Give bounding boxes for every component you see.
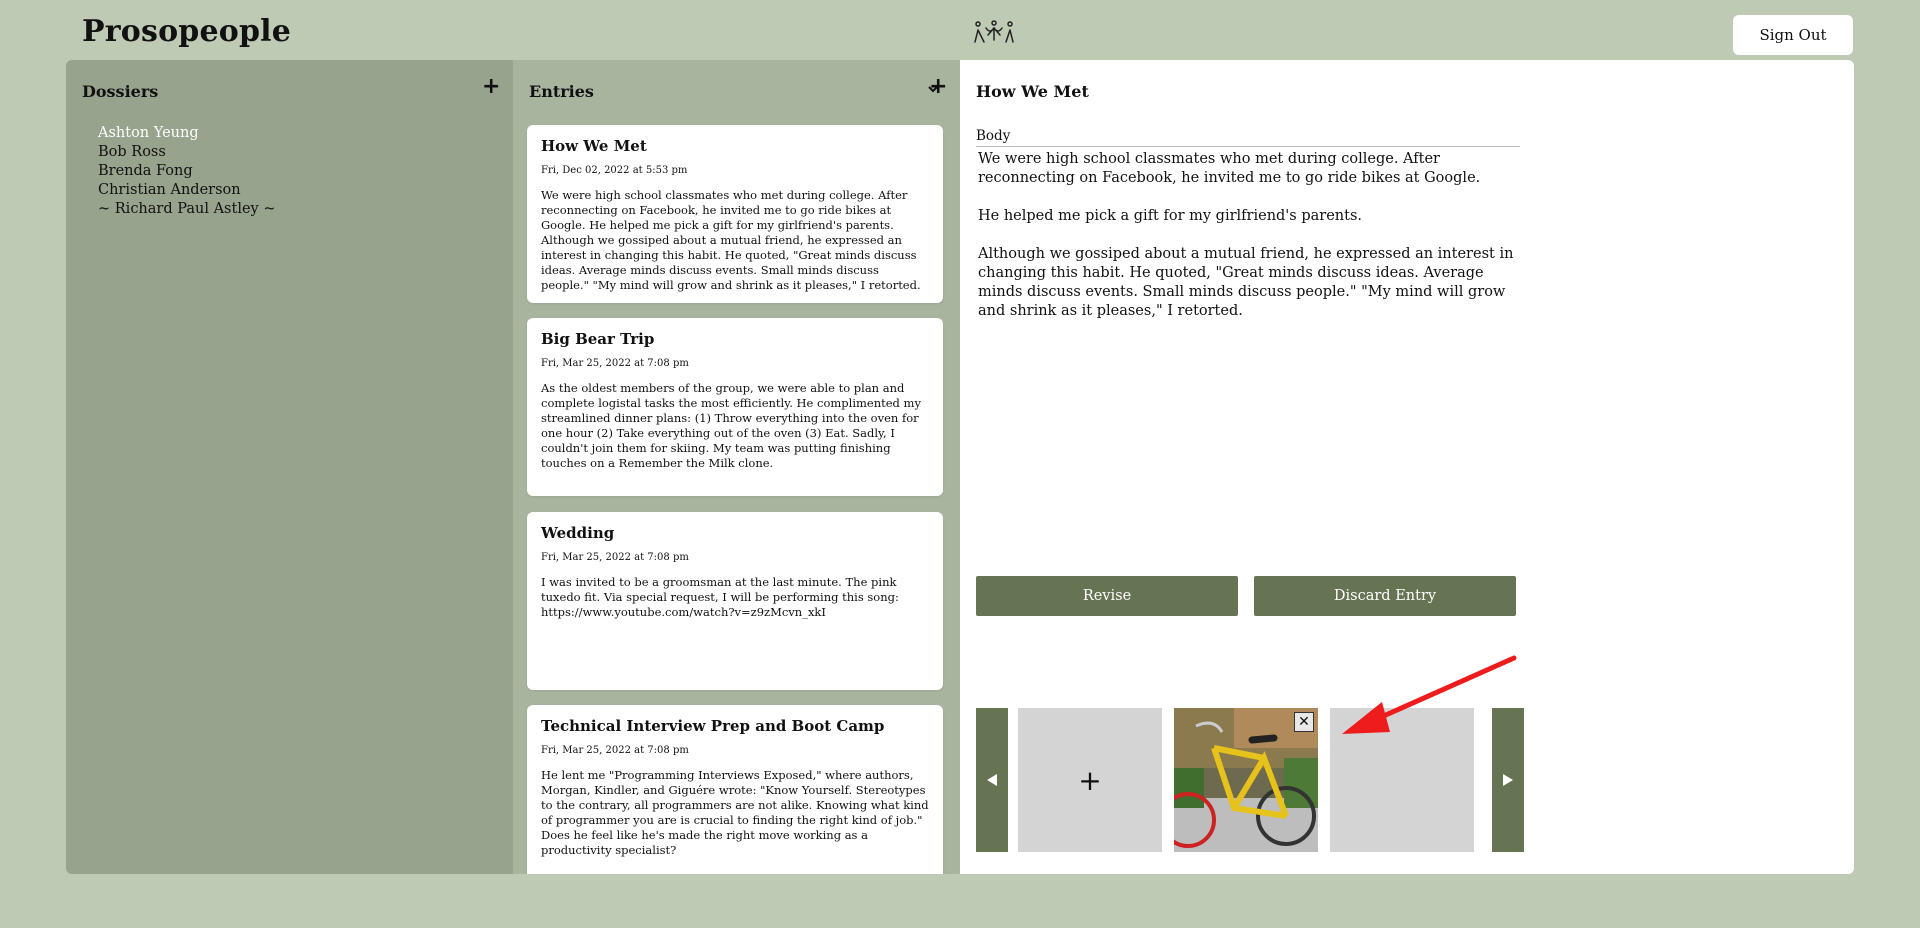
revise-button[interactable]: Revise: [976, 576, 1238, 616]
add-photo-tile[interactable]: +: [1018, 708, 1162, 852]
entry-title: Wedding: [541, 524, 615, 542]
logo-icon: [974, 20, 1014, 43]
close-icon[interactable]: ✕: [1294, 712, 1314, 732]
entry-title: How We Met: [541, 137, 647, 155]
dossier-item[interactable]: Ashton Yeung: [98, 124, 275, 143]
main-frame: Dossiers + Ashton Yeung Bob Ross Brenda …: [66, 60, 1854, 874]
add-dossier-plus-icon[interactable]: +: [482, 76, 500, 98]
dossier-item[interactable]: Christian Anderson: [98, 181, 275, 200]
triangle-left-icon: [987, 774, 997, 786]
entries-header: Entries: [529, 82, 594, 101]
dossier-item[interactable]: ~ Richard Paul Astley ~: [98, 200, 275, 219]
sign-out-button[interactable]: Sign Out: [1733, 15, 1853, 55]
app-title: Prosopeople: [82, 14, 292, 49]
entry-body: We were high school classmates who met d…: [541, 188, 921, 292]
plus-icon: +: [1078, 763, 1102, 797]
entry-card[interactable]: How We Met Fri, Dec 02, 2022 at 5:53 pm …: [527, 125, 943, 303]
photo-thumbnail[interactable]: ✕: [1174, 708, 1318, 852]
entry-title: Technical Interview Prep and Boot Camp: [541, 717, 885, 735]
entry-date: Fri, Mar 25, 2022 at 7:08 pm: [541, 745, 689, 756]
entry-card[interactable]: Wedding Fri, Mar 25, 2022 at 7:08 pm I w…: [527, 512, 943, 690]
entry-card[interactable]: Technical Interview Prep and Boot Camp F…: [527, 705, 943, 874]
add-entry-plus-icon[interactable]: +: [929, 76, 947, 98]
annotation-arrow-icon: [1342, 655, 1517, 734]
entry-date: Fri, Dec 02, 2022 at 5:53 pm: [541, 165, 688, 176]
dossier-item[interactable]: Bob Ross: [98, 143, 275, 162]
carousel-prev-button[interactable]: [976, 708, 1008, 852]
body-label: Body: [976, 128, 1520, 147]
entry-date: Fri, Mar 25, 2022 at 7:08 pm: [541, 552, 689, 563]
entry-date: Fri, Mar 25, 2022 at 7:08 pm: [541, 358, 689, 369]
entry-body: I was invited to be a groomsman at the l…: [541, 575, 899, 619]
entry-detail-panel: How We Met Body We were high school clas…: [960, 60, 1854, 874]
entry-body: As the oldest members of the group, we w…: [541, 381, 921, 470]
detail-title: How We Met: [976, 82, 1089, 101]
body-textarea[interactable]: We were high school classmates who met d…: [978, 150, 1518, 321]
entry-card[interactable]: Big Bear Trip Fri, Mar 25, 2022 at 7:08 …: [527, 318, 943, 496]
discard-entry-button[interactable]: Discard Entry: [1254, 576, 1516, 616]
entry-title: Big Bear Trip: [541, 330, 655, 348]
entry-body: He lent me "Programming Interviews Expos…: [541, 768, 929, 857]
entries-panel: Entries + How We Met Fri, Dec 02, 2022 a…: [513, 60, 960, 874]
dossier-list: Ashton Yeung Bob Ross Brenda Fong Christ…: [98, 124, 275, 219]
dossiers-panel: Dossiers + Ashton Yeung Bob Ross Brenda …: [66, 60, 513, 874]
dossier-item[interactable]: Brenda Fong: [98, 162, 275, 181]
dossiers-header: Dossiers: [82, 82, 159, 101]
triangle-right-icon: [1503, 774, 1513, 786]
